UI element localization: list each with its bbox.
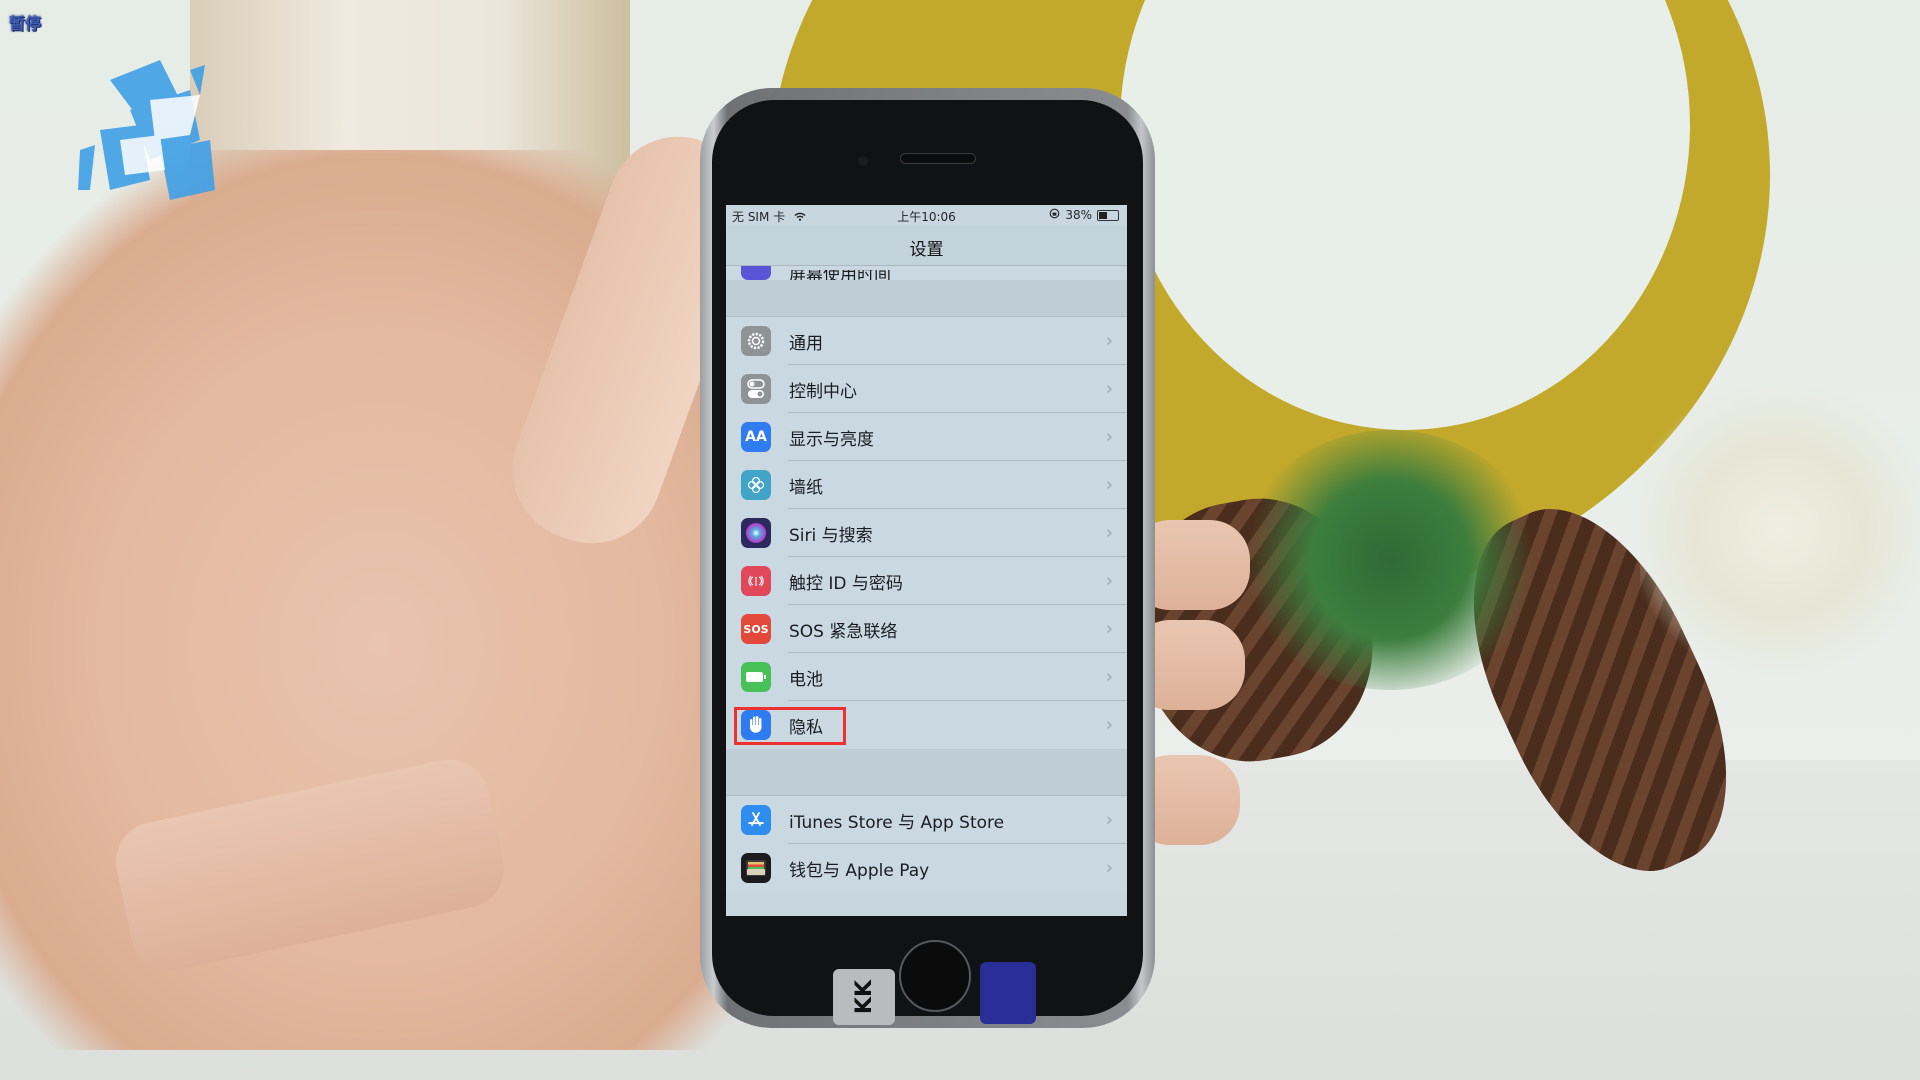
settings-row[interactable]: 钱包与 Apple Pay ›: [726, 844, 1127, 892]
pine-branch: [1240, 430, 1540, 690]
section-gap: [726, 280, 1127, 317]
chevron-right-icon: ›: [1105, 809, 1113, 831]
settings-row[interactable]: 隐私 ›: [726, 701, 1127, 749]
settings-row[interactable]: 电池 ›: [726, 653, 1127, 701]
home-button[interactable]: [899, 940, 971, 1012]
chevron-right-icon: ›: [1105, 426, 1113, 448]
sos-icon: SOS: [741, 614, 771, 644]
settings-group-2: iTunes Store 与 App Store › 钱包与 Apple Pay ›: [726, 796, 1127, 892]
chevron-right-icon: ›: [1105, 570, 1113, 592]
wallet-icon: [741, 853, 771, 883]
settings-row[interactable]: 墙纸 ›: [726, 461, 1127, 509]
chevron-right-icon: ›: [1105, 378, 1113, 400]
chevron-right-icon: ›: [1105, 714, 1113, 736]
settings-row[interactable]: 通用 ›: [726, 317, 1127, 365]
settings-row[interactable]: SOS SOS 紧急联络 ›: [726, 605, 1127, 653]
battery-percent: 38%: [1065, 208, 1092, 222]
battery-icon: [741, 662, 771, 692]
settings-row-label: 触控 ID 与密码: [789, 573, 903, 594]
settings-group-1: 通用 › 控制中心 › AA 显示与亮度 › 墙纸 › Siri 与搜索 › 触控 ID 与密码 › SO…: [726, 317, 1127, 749]
settings-row[interactable]: iTunes Store 与 App Store ›: [726, 796, 1127, 844]
settings-row-screen-time[interactable]: 屏幕使用时间: [726, 266, 1127, 280]
chevron-right-icon: ›: [1105, 857, 1113, 879]
toggle-switches-icon: [741, 374, 771, 404]
settings-row-label: SOS 紧急联络: [789, 621, 898, 642]
settings-row-label: 电池: [789, 669, 823, 690]
settings-row-label: 墙纸: [789, 477, 823, 498]
settings-row[interactable]: AA 显示与亮度 ›: [726, 413, 1127, 461]
pause-label[interactable]: 暂停: [9, 10, 41, 34]
rotation-lock-icon: [1049, 208, 1060, 222]
chevron-right-icon: ›: [1105, 666, 1113, 688]
settings-row[interactable]: 控制中心 ›: [726, 365, 1127, 413]
settings-row[interactable]: Siri 与搜索 ›: [726, 509, 1127, 557]
navigation-bar: 设置: [726, 225, 1127, 266]
status-right: 38%: [1049, 208, 1119, 222]
highlight-box: [734, 707, 846, 745]
settings-row-label: 控制中心: [789, 381, 857, 402]
text-size-aa-icon: AA: [741, 422, 771, 452]
settings-list: 屏幕使用时间 通用 › 控制中心 › AA 显示与亮度 › 墙纸 › Siri 与搜索 › 触控 ID…: [726, 266, 1127, 892]
battery-icon: [1097, 209, 1119, 221]
phone-screen: 无 SIM 卡 上午10:06 38% 设置 屏幕使用时间 通用 › 控制中心 › AA…: [726, 205, 1127, 916]
front-camera: [858, 156, 868, 166]
app-store-icon: [741, 805, 771, 835]
chevron-right-icon: ›: [1105, 522, 1113, 544]
sticker-left: KK: [833, 969, 895, 1025]
settings-row-label: 屏幕使用时间: [789, 270, 891, 280]
battery-fill: [1099, 211, 1107, 219]
settings-row[interactable]: 触控 ID 与密码 ›: [726, 557, 1127, 605]
gear-icon: [741, 326, 771, 356]
page-title: 设置: [909, 240, 944, 260]
fingerprint-icon: [741, 566, 771, 596]
siri-icon: [741, 518, 771, 548]
chevron-right-icon: ›: [1105, 474, 1113, 496]
earpiece-speaker: [900, 153, 976, 164]
settings-row-label: iTunes Store 与 App Store: [789, 812, 1005, 833]
chevron-right-icon: ›: [1105, 330, 1113, 352]
status-bar: 无 SIM 卡 上午10:06 38%: [726, 205, 1127, 225]
settings-row-label: Siri 与搜索: [789, 525, 873, 546]
sticker-right: [980, 962, 1036, 1024]
flower-icon: [741, 470, 771, 500]
settings-row-label: 通用: [789, 333, 823, 354]
chevron-right-icon: ›: [1105, 618, 1113, 640]
settings-row-label: 显示与亮度: [789, 429, 874, 450]
hourglass-icon: [741, 266, 771, 280]
channel-logo-icon: [78, 60, 215, 200]
star-ornament: [1640, 370, 1920, 690]
settings-row-label: 钱包与 Apple Pay: [789, 860, 930, 881]
section-gap: [726, 749, 1127, 796]
